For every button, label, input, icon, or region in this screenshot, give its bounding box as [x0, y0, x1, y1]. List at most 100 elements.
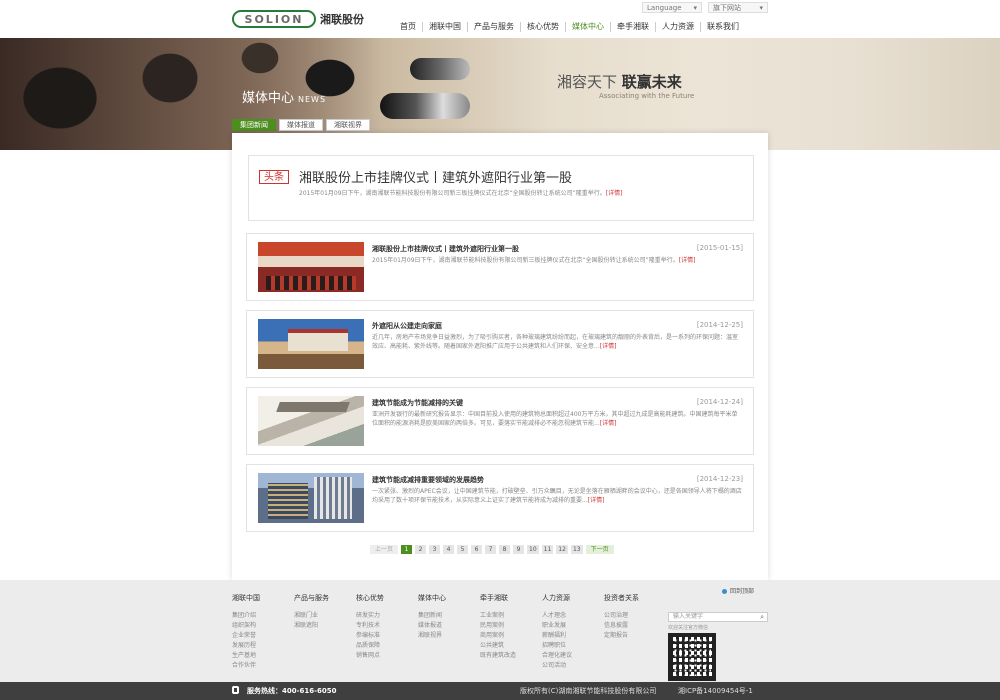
- tab-media-reports[interactable]: 媒体报道: [279, 119, 323, 131]
- footer-link[interactable]: 参编标准: [356, 631, 418, 641]
- footer-heading[interactable]: 牵手湘联: [480, 593, 542, 603]
- sites-select[interactable]: 旗下网站 ▾: [708, 2, 768, 13]
- headline-news[interactable]: 头条 湘联股份上市挂牌仪式丨建筑外遮阳行业第一股 2015年01月09日下午，湖…: [248, 155, 754, 221]
- footer-heading[interactable]: 投资者关系: [604, 593, 666, 603]
- page-6[interactable]: 6: [471, 545, 483, 554]
- news-thumbnail[interactable]: [258, 319, 364, 369]
- page-3[interactable]: 3: [429, 545, 441, 554]
- footer-link[interactable]: 既有建筑改造: [480, 651, 542, 661]
- footer-links: 湘联中国 集团介绍 组织架构 企业荣誉 发展历程 生产基地 合作伙伴 产品与服务…: [232, 593, 666, 671]
- footer-link[interactable]: 品质保障: [356, 641, 418, 651]
- page-5[interactable]: 5: [457, 545, 469, 554]
- footer-link[interactable]: 生产基地: [232, 651, 294, 661]
- news-date: [2014-12-25]: [696, 321, 743, 329]
- page-10[interactable]: 10: [527, 545, 539, 554]
- news-title[interactable]: 建筑节能成为节能减排的关键: [372, 398, 463, 408]
- footer-link[interactable]: 企业荣誉: [232, 631, 294, 641]
- footer-link[interactable]: 专利技术: [356, 621, 418, 631]
- footer-link[interactable]: 集团新闻: [418, 611, 480, 621]
- nav-hr[interactable]: 人力资源: [655, 22, 700, 32]
- footer-link[interactable]: 信息披露: [604, 621, 666, 631]
- more-link[interactable]: [详情]: [600, 420, 617, 427]
- page-12[interactable]: 12: [556, 545, 568, 554]
- footer-heading[interactable]: 人力资源: [542, 593, 604, 603]
- footer-link[interactable]: 湘联门业: [294, 611, 356, 621]
- news-title[interactable]: 湘联股份上市挂牌仪式丨建筑外遮阳行业第一股: [372, 244, 519, 254]
- pagination: 上一页 1 2 3 4 5 6 7 8 9 10 11 12 13 下一页: [370, 545, 614, 554]
- footer-link[interactable]: 薪酬福利: [542, 631, 604, 641]
- footer-link[interactable]: 人才理念: [542, 611, 604, 621]
- footer-link[interactable]: 湘联遮阳: [294, 621, 356, 631]
- news-item[interactable]: 建筑节能成减排重要领域的发展趋势 [2014-12-23] 一次紧张、激烈的AP…: [246, 464, 754, 532]
- prev-page-button[interactable]: 上一页: [370, 545, 399, 554]
- footer-heading[interactable]: 核心优势: [356, 593, 418, 603]
- footer-link[interactable]: 招聘职位: [542, 641, 604, 651]
- page-13[interactable]: 13: [570, 545, 583, 554]
- language-select[interactable]: Language ▾: [642, 2, 702, 13]
- more-link[interactable]: [详情]: [606, 190, 623, 197]
- more-link[interactable]: [详情]: [588, 497, 605, 504]
- headline-title[interactable]: 湘联股份上市挂牌仪式丨建筑外遮阳行业第一股: [299, 167, 572, 186]
- nav-advantages[interactable]: 核心优势: [520, 22, 565, 32]
- footer-heading[interactable]: 产品与服务: [294, 593, 356, 603]
- footer-link[interactable]: 公共建筑: [480, 641, 542, 651]
- footer-link[interactable]: 集团介绍: [232, 611, 294, 621]
- news-item[interactable]: 湘联股份上市挂牌仪式丨建筑外遮阳行业第一股 [2015-01-15] 2015年…: [246, 233, 754, 301]
- tab-vision[interactable]: 湘联视界: [326, 119, 370, 131]
- next-page-button[interactable]: 下一页: [585, 545, 614, 554]
- top-utilities: Language ▾ 旗下网站 ▾: [642, 2, 768, 13]
- news-title[interactable]: 外遮阳从公建走向家庭: [372, 321, 442, 331]
- page-1[interactable]: 1: [401, 545, 413, 554]
- more-link[interactable]: [详情]: [679, 257, 696, 264]
- footer-link[interactable]: 媒体报道: [418, 621, 480, 631]
- news-item[interactable]: 建筑节能成为节能减排的关键 [2014-12-24] 亚洲开发银行的最新研究报告…: [246, 387, 754, 455]
- footer-link[interactable]: 合理化建议: [542, 651, 604, 661]
- footer-link[interactable]: 研发实力: [356, 611, 418, 621]
- footer-link[interactable]: 发展历程: [232, 641, 294, 651]
- news-title[interactable]: 建筑节能成减排重要领域的发展趋势: [372, 475, 484, 485]
- page-4[interactable]: 4: [443, 545, 455, 554]
- footer-column: 媒体中心 集团新闻 媒体报道 湘联视界: [418, 593, 480, 671]
- back-to-top-link[interactable]: 回到顶部: [721, 588, 754, 595]
- footer-heading[interactable]: 湘联中国: [232, 593, 294, 603]
- page-2[interactable]: 2: [415, 545, 427, 554]
- page-9[interactable]: 9: [513, 545, 525, 554]
- news-item[interactable]: 外遮阳从公建走向家庭 [2014-12-25] 近几年，房地产市场竞争日益激烈，…: [246, 310, 754, 378]
- hotline: 服务热线：400-616-6050: [232, 686, 337, 696]
- footer-link[interactable]: 合作伙伴: [232, 661, 294, 671]
- footer-link[interactable]: 工业案例: [480, 611, 542, 621]
- page-11[interactable]: 11: [541, 545, 554, 554]
- footer-link[interactable]: 职业发展: [542, 621, 604, 631]
- footer-link[interactable]: 民用案例: [480, 621, 542, 631]
- nav-cases[interactable]: 牵手湘联: [610, 22, 655, 32]
- camera-lens: [380, 93, 470, 119]
- nav-about[interactable]: 湘联中国: [422, 22, 467, 32]
- nav-media[interactable]: 媒体中心: [565, 22, 610, 32]
- news-thumbnail[interactable]: [258, 473, 364, 523]
- page-8[interactable]: 8: [499, 545, 511, 554]
- footer-link[interactable]: 公司治理: [604, 611, 666, 621]
- footer-link[interactable]: 销售网点: [356, 651, 418, 661]
- news-thumbnail[interactable]: [258, 396, 364, 446]
- nav-products[interactable]: 产品与服务: [467, 22, 520, 32]
- logo[interactable]: SOLION 湘联股份: [232, 10, 364, 28]
- chevron-down-icon: ▾: [693, 3, 697, 12]
- footer-link[interactable]: 公司活动: [542, 661, 604, 671]
- footer-heading[interactable]: 媒体中心: [418, 593, 480, 603]
- footer-search-input[interactable]: 输入关键字 ⌕: [668, 612, 768, 622]
- news-thumbnail[interactable]: [258, 242, 364, 292]
- icp-link[interactable]: 湘ICP备14009454号-1: [678, 686, 753, 696]
- tab-group-news[interactable]: 集团新闻: [232, 119, 276, 131]
- footer-link[interactable]: 湘联视界: [418, 631, 480, 641]
- nav-contact[interactable]: 联系我们: [700, 22, 745, 32]
- search-icon[interactable]: ⌕: [760, 613, 764, 621]
- page-7[interactable]: 7: [485, 545, 497, 554]
- site-header: SOLION 湘联股份 Language ▾ 旗下网站 ▾ 首页 湘联中国 产品与服…: [0, 0, 1000, 38]
- footer-column: 牵手湘联 工业案例 民用案例 商用案例 公共建筑 既有建筑改造: [480, 593, 542, 671]
- news-date: [2015-01-15]: [696, 244, 743, 252]
- footer-link[interactable]: 组织架构: [232, 621, 294, 631]
- footer-link[interactable]: 定期报告: [604, 631, 666, 641]
- more-link[interactable]: [详情]: [600, 343, 617, 350]
- nav-home[interactable]: 首页: [394, 22, 422, 32]
- footer-link[interactable]: 商用案例: [480, 631, 542, 641]
